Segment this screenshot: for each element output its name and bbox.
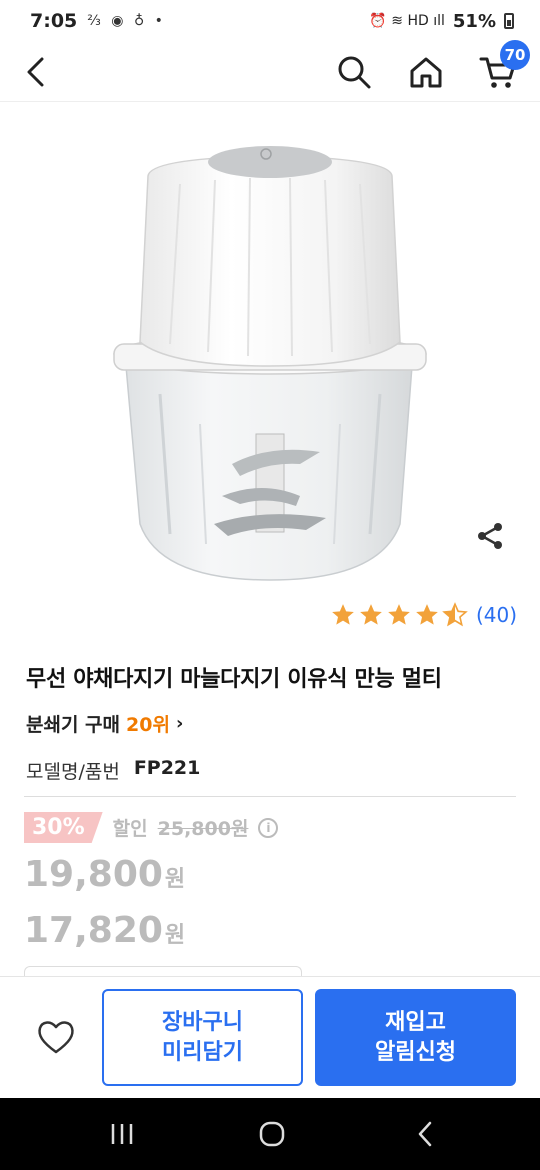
product-image[interactable] (0, 104, 540, 594)
search-button[interactable] (332, 50, 376, 94)
review-count[interactable]: (40) (476, 603, 517, 627)
recent-apps-button[interactable] (102, 1116, 142, 1152)
restock-alert-button[interactable]: 재입고 알림신청 (315, 989, 516, 1086)
status-notification-icons: ⅔ ◉ ♁ • (87, 13, 166, 29)
status-bar: 7:05 ⅔ ◉ ♁ • ⏰ ≋ HD ıll 51% (0, 0, 540, 42)
search-icon (338, 56, 371, 89)
star-icon (388, 604, 410, 625)
rating[interactable]: (40) (330, 602, 517, 628)
add-to-cart-label-line1: 장바구니 (162, 1009, 243, 1035)
heart-icon (38, 1021, 74, 1054)
star-icon (416, 604, 438, 625)
star-icon (360, 604, 382, 625)
share-icon (478, 523, 502, 549)
system-back-icon (418, 1121, 432, 1147)
bottom-action-bar: 장바구니 미리담기 재입고 알림신청 (0, 976, 540, 1098)
original-price: 25,800원 (157, 818, 249, 840)
add-to-cart-button[interactable]: 장바구니 미리담기 (102, 989, 303, 1086)
sale-price: 19,800원 (24, 854, 185, 895)
member-price-value: 17,820 (24, 910, 163, 951)
chevron-right-icon: › (175, 713, 184, 734)
cart-count-badge: 70 (500, 40, 530, 70)
share-button[interactable] (474, 520, 506, 552)
battery-percent: 51% (452, 10, 496, 32)
back-button[interactable] (14, 50, 58, 94)
star-icon (332, 604, 354, 625)
rank-prefix: 분쇄기 구매 (26, 714, 121, 736)
system-home-button[interactable] (252, 1116, 292, 1152)
model-number-row: 모델명/품번 FP221 (26, 757, 200, 784)
rank-value: 20위 (126, 714, 170, 736)
status-system-icons: ⏰ ≋ HD ıll (369, 13, 445, 29)
info-icon[interactable]: i (258, 817, 279, 838)
discount-badge: 30% (24, 812, 103, 843)
product-title: 무선 야채다지기 마늘다지기 이유식 만능 멀티 (26, 667, 442, 692)
member-price: 17,820원 (24, 910, 185, 951)
half-star-icon (442, 602, 468, 627)
system-back-button[interactable] (405, 1116, 445, 1152)
home-button[interactable] (404, 50, 448, 94)
add-to-cart-label-line2: 미리담기 (162, 1039, 243, 1065)
sale-price-value: 19,800 (24, 854, 163, 895)
currency-unit: 원 (164, 867, 186, 892)
status-time: 7:05 (30, 10, 78, 32)
model-value: FP221 (133, 757, 201, 779)
discount-row: 30% 할인 25,800원 i (24, 812, 279, 843)
model-label: 모델명/품번 (26, 761, 120, 783)
wishlist-button[interactable] (34, 1015, 78, 1059)
top-nav (0, 42, 540, 102)
discount-label: 할인 (112, 818, 148, 840)
home-icon (410, 57, 442, 88)
category-rank-link[interactable]: 분쇄기 구매 20위 › (26, 710, 183, 737)
currency-unit: 원 (164, 923, 186, 948)
system-nav-bar (0, 1098, 540, 1170)
recent-apps-icon (111, 1124, 133, 1144)
restock-label-line1: 재입고 (385, 1009, 446, 1035)
home-circle-icon (259, 1121, 285, 1147)
restock-label-line2: 알림신청 (375, 1039, 456, 1065)
divider (24, 796, 516, 797)
back-icon (27, 57, 44, 87)
battery-icon (504, 13, 514, 29)
